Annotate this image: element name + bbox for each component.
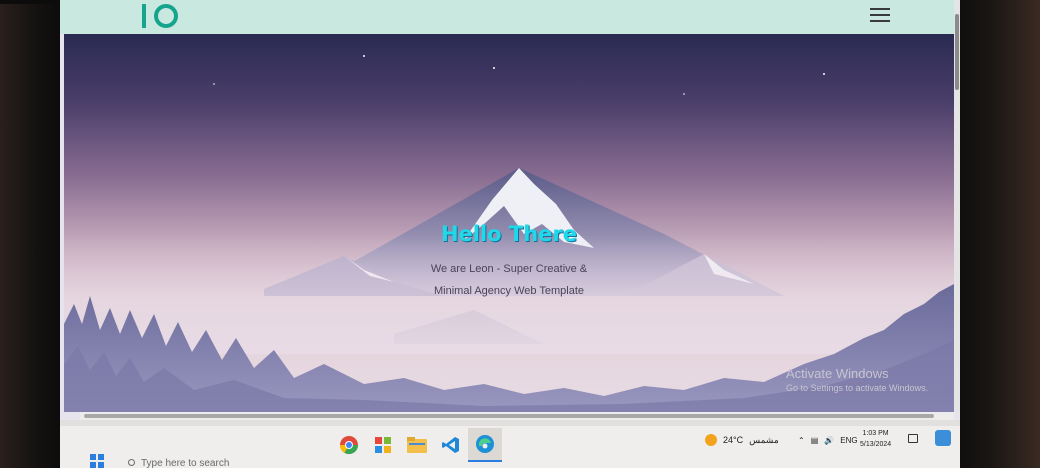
vscode-icon[interactable] <box>434 428 468 462</box>
activate-windows-title: Activate Windows <box>786 366 889 381</box>
clock-date: 5/13/2024 <box>860 441 892 448</box>
monitor-bezel-right <box>950 0 1040 468</box>
weather-widget[interactable]: 24°C مشمس <box>705 434 779 446</box>
taskbar-app-thumbnail[interactable] <box>935 430 951 446</box>
horizontal-scroll-thumb[interactable] <box>84 414 934 418</box>
menu-icon[interactable] <box>870 8 890 22</box>
screen: Hello There We are Leon - Super Creative… <box>60 0 960 468</box>
search-icon <box>128 459 135 466</box>
hero-section: Hello There We are Leon - Super Creative… <box>64 34 954 412</box>
hero-subtitle: We are Leon - Super Creative & Minimal A… <box>64 258 954 302</box>
logo-ring <box>154 4 178 28</box>
site-header <box>60 0 960 34</box>
logo[interactable] <box>142 4 178 28</box>
logo-bar <box>142 4 146 28</box>
activate-windows-watermark: Activate Windows Go to Settings to activ… <box>786 366 928 393</box>
vertical-scrollbar[interactable] <box>954 0 960 412</box>
file-explorer-icon[interactable] <box>400 428 434 462</box>
clock-time: 1:03 PM <box>862 430 889 437</box>
hero-title: Hello There <box>440 222 578 246</box>
taskbar-apps <box>332 428 502 462</box>
windows-start-icon[interactable] <box>90 454 104 468</box>
hero-subtitle-line2: Minimal Agency Web Template <box>434 285 584 297</box>
search-placeholder: Type here to search <box>141 458 230 468</box>
moon-icon <box>544 50 581 91</box>
windows-taskbar: Type here to search 24°C مشمس ⌃ ▤ 🔊 ENG … <box>60 420 960 468</box>
horizontal-scrollbar[interactable] <box>80 412 954 420</box>
monitor-bezel-left <box>0 0 62 468</box>
taskbar-top-strip <box>60 420 960 426</box>
edge-icon[interactable] <box>468 428 502 462</box>
chevron-up-icon[interactable]: ⌃ <box>798 436 805 445</box>
weather-temp: 24°C <box>723 435 744 445</box>
hero-subtitle-line1: We are Leon - Super Creative & <box>430 263 588 275</box>
weather-sun-icon <box>705 434 717 446</box>
activate-windows-subtitle: Go to Settings to activate Windows. <box>786 383 929 393</box>
language-indicator[interactable]: ENG <box>840 436 857 445</box>
system-tray: ⌃ ▤ 🔊 ENG <box>798 436 858 445</box>
vertical-scroll-thumb[interactable] <box>955 14 959 90</box>
colorful-app-icon[interactable] <box>366 428 400 462</box>
taskbar-clock[interactable]: 1:03 PM 5/13/2024 <box>860 428 891 450</box>
taskbar-search[interactable]: Type here to search <box>120 458 330 468</box>
notification-icon[interactable] <box>908 434 918 443</box>
network-icon[interactable]: ▤ <box>811 436 819 445</box>
weather-text: مشمس <box>749 434 779 445</box>
chrome-icon[interactable] <box>332 428 366 462</box>
volume-icon[interactable]: 🔊 <box>824 436 834 445</box>
